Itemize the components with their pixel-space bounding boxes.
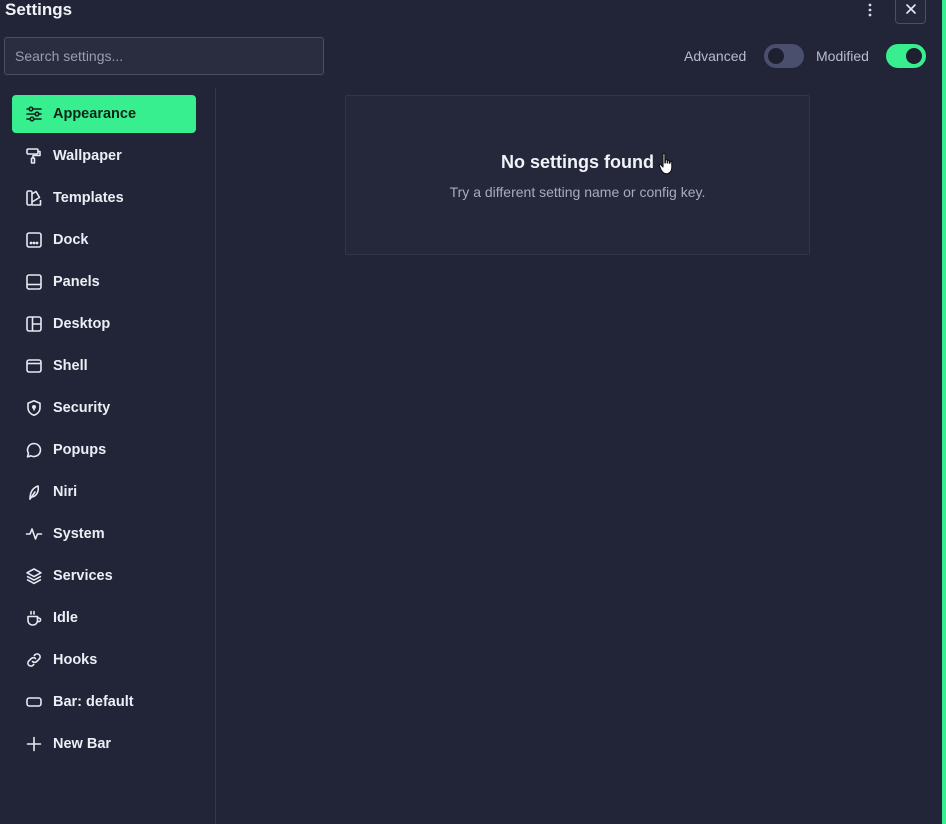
close-button[interactable] [895, 0, 926, 24]
title-bar: Settings [0, 0, 946, 36]
sidebar-item-label: Desktop [53, 316, 111, 332]
sidebar-item-label: New Bar [53, 736, 112, 752]
sidebar-item-label: Security [53, 400, 111, 416]
window-icon [25, 357, 43, 375]
empty-state-card: No settings found Try a different settin… [345, 95, 810, 255]
sidebar-item-label: Shell [53, 358, 88, 374]
sidebar-item-label: Niri [53, 484, 78, 500]
sidebar-item-label: Dock [53, 232, 89, 248]
toggle-knob [768, 48, 784, 64]
toggle-knob [906, 48, 922, 64]
window-title: Settings [5, 0, 73, 19]
sidebar-item-label: Idle [53, 610, 78, 626]
coffee-icon [25, 609, 43, 627]
activity-icon [25, 525, 43, 543]
link-icon [25, 651, 43, 669]
sidebar-item-hooks[interactable]: Hooks [12, 641, 196, 679]
sidebar-item-label: Panels [53, 274, 100, 290]
sidebar-item-new-bar[interactable]: New Bar [12, 725, 196, 763]
empty-state-title: No settings found [501, 152, 654, 172]
sidebar: Appearance Wallpaper Templates Dock Pane… [0, 88, 216, 824]
layers-icon [25, 567, 43, 585]
modified-toggle[interactable] [886, 44, 926, 68]
layout-icon [25, 315, 43, 333]
sidebar-item-idle[interactable]: Idle [12, 599, 196, 637]
sidebar-item-label: Templates [53, 190, 124, 206]
sidebar-item-system[interactable]: System [12, 515, 196, 553]
sidebar-item-niri[interactable]: Niri [12, 473, 196, 511]
sidebar-item-label: System [53, 526, 105, 542]
sidebar-item-desktop[interactable]: Desktop [12, 305, 196, 343]
paint-roller-icon [25, 147, 43, 165]
modified-label: Modified [816, 48, 869, 64]
sidebar-item-popups[interactable]: Popups [12, 431, 196, 469]
bar-icon [25, 693, 43, 711]
empty-state-subtitle: Try a different setting name or config k… [449, 184, 706, 200]
panel-icon [25, 273, 43, 291]
plus-icon [25, 735, 43, 753]
advanced-label: Advanced [684, 48, 747, 64]
sidebar-item-templates[interactable]: Templates [12, 179, 196, 217]
sliders-icon [25, 105, 43, 123]
sidebar-item-label: Wallpaper [53, 148, 122, 164]
sidebar-item-security[interactable]: Security [12, 389, 196, 427]
sidebar-item-wallpaper[interactable]: Wallpaper [12, 137, 196, 175]
advanced-toggle[interactable] [764, 44, 804, 68]
window-edge-accent [942, 0, 946, 824]
kebab-menu-icon [868, 3, 872, 17]
shield-icon [25, 399, 43, 417]
sidebar-item-appearance[interactable]: Appearance [12, 95, 196, 133]
sidebar-item-bar-default[interactable]: Bar: default [12, 683, 196, 721]
more-options-button[interactable] [858, 0, 882, 20]
sidebar-item-label: Bar: default [53, 694, 134, 710]
sidebar-item-label: Appearance [53, 106, 137, 122]
close-icon [905, 4, 916, 14]
sidebar-item-label: Popups [53, 442, 107, 458]
swatches-icon [25, 189, 43, 207]
search-input[interactable] [4, 37, 324, 75]
sidebar-item-shell[interactable]: Shell [12, 347, 196, 385]
sidebar-item-label: Hooks [53, 652, 98, 668]
sidebar-item-services[interactable]: Services [12, 557, 196, 595]
dock-icon [25, 231, 43, 249]
sidebar-item-label: Services [53, 568, 113, 584]
chat-bubble-icon [25, 441, 43, 459]
hand-pointer-cursor-icon [658, 152, 673, 175]
sidebar-item-dock[interactable]: Dock [12, 221, 196, 259]
sidebar-item-panels[interactable]: Panels [12, 263, 196, 301]
feather-icon [25, 483, 43, 501]
